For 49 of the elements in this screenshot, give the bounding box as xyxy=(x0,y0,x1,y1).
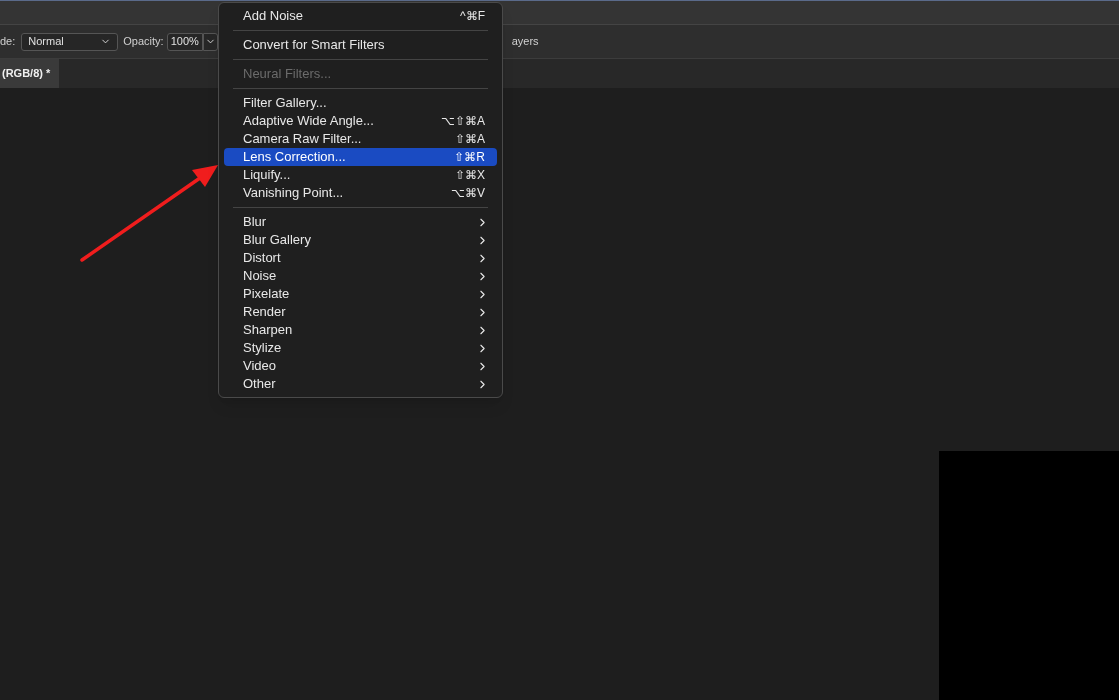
menu-item-label: Other xyxy=(243,375,276,394)
menu-item-label: Stylize xyxy=(243,339,282,358)
menu-item-label: Noise xyxy=(243,267,277,286)
menu-item-label: Liquify... xyxy=(243,166,291,185)
menu-item[interactable]: Vanishing Point... ⌥⌘V xyxy=(224,184,497,202)
menu-item[interactable]: Sharpen xyxy=(224,321,497,339)
menu-item-label: Convert for Smart Filters xyxy=(243,36,385,55)
menu-item-label: Camera Raw Filter... xyxy=(243,130,362,149)
menu-item-label: Pixelate xyxy=(243,285,290,304)
menu-item-label: Sharpen xyxy=(243,321,293,340)
menu-item-label: Render xyxy=(243,303,286,322)
shortcut-label: ⇧⌘R xyxy=(454,149,485,166)
menu-item-label: Video xyxy=(243,357,276,376)
menu-item[interactable]: Stylize xyxy=(224,339,497,357)
menu-item-label: Neural Filters... xyxy=(243,65,332,84)
menu-item[interactable]: Camera Raw Filter... ⇧⌘A xyxy=(224,130,497,148)
menu-item-label: Vanishing Point... xyxy=(243,184,344,203)
document-tab[interactable]: (RGB/8) * xyxy=(0,59,59,88)
menu-item[interactable]: Other xyxy=(224,375,497,393)
menu-item[interactable]: Filter Gallery... xyxy=(224,94,497,112)
shortcut-label: ⇧⌘A xyxy=(455,131,485,148)
menu-item-label: Add Noise xyxy=(243,7,303,26)
menu-item[interactable]: Convert for Smart Filters xyxy=(224,36,497,54)
opacity-field[interactable]: 100% xyxy=(166,32,203,51)
shortcut-label: ^⌘F xyxy=(460,8,485,25)
menu-item-label: Blur Gallery xyxy=(243,231,311,250)
shortcut-label: ⌥⇧⌘A xyxy=(441,113,485,130)
menu-item[interactable]: Lens Correction... ⇧⌘R xyxy=(224,148,497,166)
mode-label: de: xyxy=(0,34,16,50)
menu-item-label: Lens Correction... xyxy=(243,148,346,167)
menu-item-label: Blur xyxy=(243,213,267,232)
menu-item-label: Filter Gallery... xyxy=(243,94,327,113)
shortcut-label: ⇧⌘X xyxy=(455,167,485,184)
menu-item[interactable]: Distort xyxy=(224,249,497,267)
opacity-label: Opacity: xyxy=(123,34,164,50)
menu-item-label: Adaptive Wide Angle... xyxy=(243,112,374,131)
menu-item[interactable]: Add Noise ^⌘F xyxy=(224,7,497,25)
menu-item[interactable]: Video xyxy=(224,357,497,375)
menu-item[interactable]: Noise xyxy=(224,267,497,285)
menu-item[interactable]: Pixelate xyxy=(224,285,497,303)
menu-item-label: Distort xyxy=(243,249,281,268)
menu-item[interactable]: Render xyxy=(224,303,497,321)
menu-item[interactable]: Liquify... ⇧⌘X xyxy=(224,166,497,184)
menu-item[interactable]: Blur Gallery xyxy=(224,231,497,249)
mode-dropdown[interactable]: Normal xyxy=(21,32,119,51)
menu-item[interactable]: Adaptive Wide Angle... ⌥⇧⌘A xyxy=(224,112,497,130)
shortcut-label: ⌥⌘V xyxy=(451,185,485,202)
layers-label: ayers xyxy=(511,34,539,50)
menu-item[interactable]: Blur xyxy=(224,213,497,231)
